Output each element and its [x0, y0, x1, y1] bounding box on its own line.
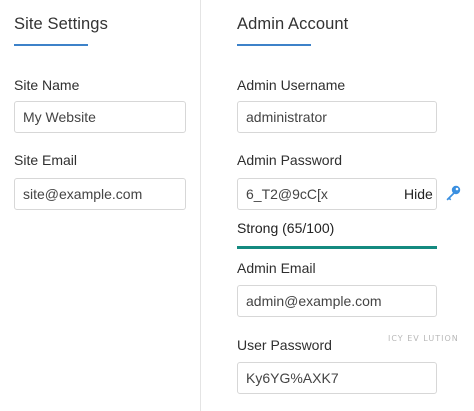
admin-account-title: Admin Account	[237, 15, 349, 33]
key-icon[interactable]	[444, 184, 462, 207]
user-password-label: User Password	[237, 337, 332, 353]
admin-username-label: Admin Username	[237, 77, 346, 93]
password-strength-text: Strong (65/100)	[237, 220, 335, 236]
password-strength-bar	[237, 246, 437, 249]
admin-email-label: Admin Email	[237, 260, 316, 276]
admin-email-input[interactable]: admin@example.com	[237, 285, 437, 317]
admin-username-input[interactable]: administrator	[237, 101, 437, 133]
settings-form: Site Settings Site Name My Website Site …	[0, 0, 474, 411]
site-settings-panel: Site Settings Site Name My Website Site …	[0, 0, 201, 411]
site-email-input[interactable]: site@example.com	[14, 178, 186, 210]
hide-password-button[interactable]: Hide	[404, 186, 433, 202]
title-underline	[14, 44, 88, 46]
watermark-logo: ICY EV LUTION	[388, 334, 459, 343]
admin-password-label: Admin Password	[237, 152, 343, 168]
admin-account-panel: Admin Account Admin Username administrat…	[201, 0, 474, 411]
site-name-input[interactable]: My Website	[14, 101, 186, 133]
user-password-input[interactable]: Ky6YG%AXK7	[237, 362, 437, 394]
site-settings-title: Site Settings	[14, 15, 108, 33]
site-email-label: Site Email	[14, 152, 78, 168]
site-name-label: Site Name	[14, 77, 80, 93]
password-strength-fill	[237, 246, 437, 249]
title-underline	[237, 44, 311, 46]
